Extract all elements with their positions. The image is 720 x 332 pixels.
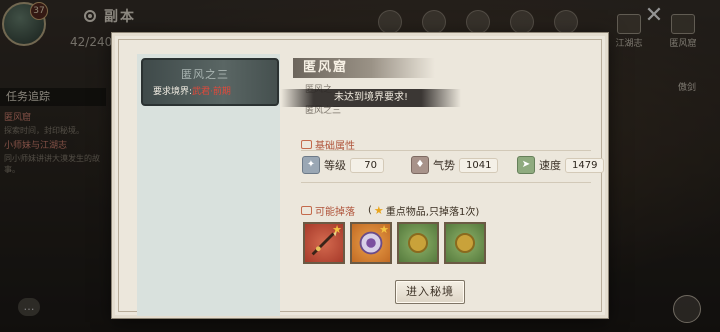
drops-note: ( ★ 重点物品,只掉落1次) xyxy=(368,203,479,218)
star-icon: ★ xyxy=(379,223,389,236)
dungeon-title: 匿风窟 xyxy=(293,58,435,78)
level-icon: ✦ xyxy=(302,156,320,174)
speed-icon: ➤ xyxy=(517,156,535,174)
drops-title: 可能掉落 ( ★ 重点物品,只掉落1次) xyxy=(301,203,479,218)
dungeon-card-selected[interactable]: 匿风之三 要求境界:武君·前期 xyxy=(141,58,279,106)
star-icon: ★ xyxy=(332,223,342,236)
requirement-label: 要求境界: xyxy=(153,87,193,97)
attr-momentum: ♦ 气势 1041 xyxy=(411,156,499,174)
attr-speed: ➤ 速度 1479 xyxy=(517,156,605,174)
momentum-icon: ♦ xyxy=(411,156,429,174)
section-icon xyxy=(301,206,312,215)
enter-dungeon-button[interactable]: 进入秘境 xyxy=(395,280,465,304)
drops-note-open: ( xyxy=(368,205,372,216)
dungeon-requirement: 要求境界:武君·前期 xyxy=(153,84,231,97)
drop-item-scroll[interactable] xyxy=(444,222,486,264)
divider xyxy=(301,150,591,151)
attr-label: 等级 xyxy=(324,159,346,172)
attr-value: 70 xyxy=(350,157,384,173)
drops-note-text: 重点物品,只掉落1次) xyxy=(385,207,480,218)
dungeon-modal: 匿风之三 要求境界:武君·前期 匿风窟 匿风之 匿风之三 未达到境界要求! 基础… xyxy=(112,33,608,318)
attr-label: 气势 xyxy=(433,159,455,172)
drop-item-coin[interactable] xyxy=(397,222,439,264)
attr-level: ✦ 等级 70 xyxy=(302,156,384,174)
attr-label: 速度 xyxy=(539,159,561,172)
section-icon xyxy=(301,140,312,149)
star-icon: ★ xyxy=(373,204,384,217)
coin-icon xyxy=(408,233,428,253)
drop-item-medallion[interactable]: ★ xyxy=(350,222,392,264)
scroll-icon xyxy=(455,233,475,253)
drop-item-spear[interactable]: ★ xyxy=(303,222,345,264)
drops-label: 可能掉落 xyxy=(315,207,355,218)
divider xyxy=(301,182,591,183)
attr-value: 1041 xyxy=(459,157,499,173)
dungeon-card-name: 匿风之三 xyxy=(181,68,229,81)
drop-list: ★ ★ xyxy=(303,222,486,264)
requirement-value: 武君·前期 xyxy=(192,87,231,97)
requirement-warning: 未达到境界要求! xyxy=(281,89,461,107)
attr-value: 1479 xyxy=(565,157,605,173)
